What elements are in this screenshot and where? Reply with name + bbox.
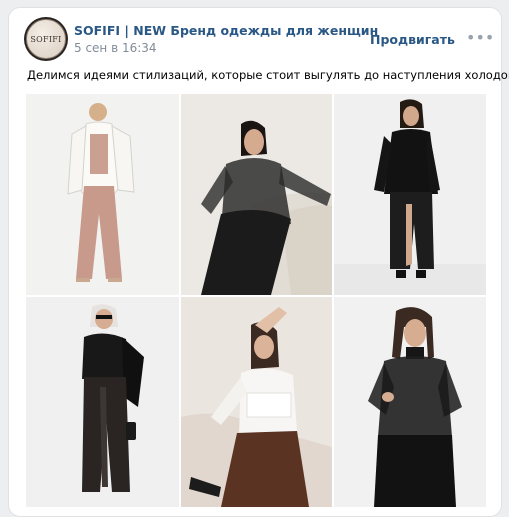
avatar-logo-text: SOFIFI xyxy=(30,34,62,44)
photo-white-blazer-pink-set[interactable] xyxy=(26,94,179,295)
post-author-link[interactable]: SOFIFI | NEW Бренд одежды для женщин xyxy=(74,23,378,38)
photo-black-blazer-slit-skirt[interactable] xyxy=(334,94,486,295)
avatar[interactable]: SOFIFI xyxy=(24,17,68,61)
photo-sheer-black-top-sofa[interactable] xyxy=(181,94,332,295)
photo-white-mesh-top-brown-pants[interactable] xyxy=(181,297,332,507)
promote-button[interactable]: Продвигать xyxy=(370,32,455,47)
post-card: SOFIFI SOFIFI | NEW Бренд одежды для жен… xyxy=(8,7,509,517)
avatar-logo-circle: SOFIFI xyxy=(26,19,66,59)
more-options-icon[interactable]: ••• xyxy=(466,28,494,47)
post-date[interactable]: 5 сен в 16:34 xyxy=(74,41,157,55)
post-text: Делимся идеями стилизаций, которые стоит… xyxy=(27,68,509,82)
photo-black-sheer-turtleneck[interactable] xyxy=(334,297,486,507)
photo-leather-pants-scarf[interactable] xyxy=(26,297,179,507)
